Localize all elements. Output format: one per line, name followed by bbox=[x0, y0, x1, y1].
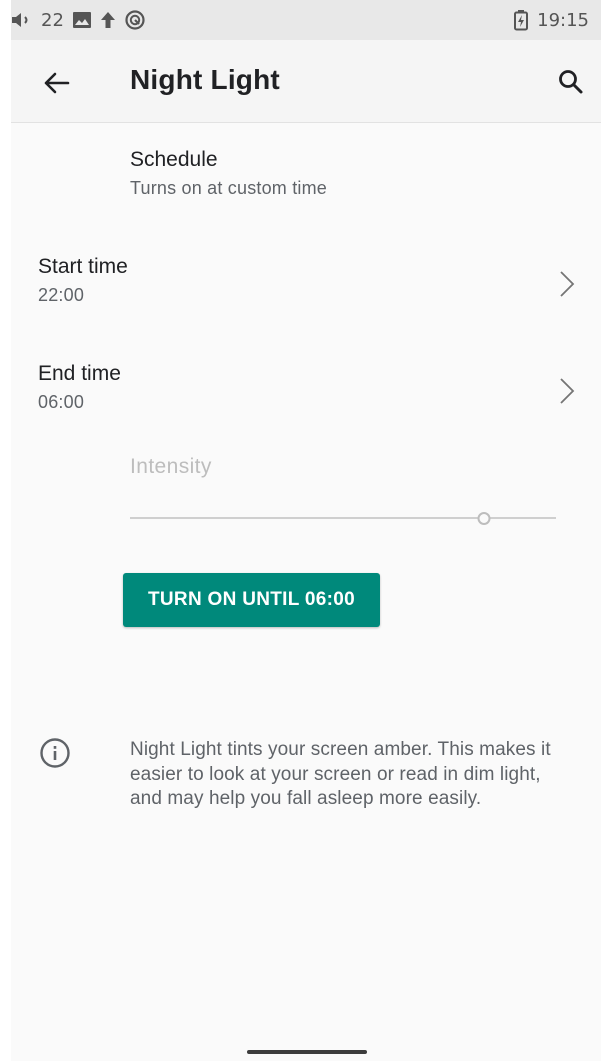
volume-icon bbox=[11, 9, 33, 31]
schedule-preference[interactable]: Schedule Turns on at custom time bbox=[130, 148, 570, 199]
slider-track bbox=[130, 517, 556, 519]
night-light-description: Night Light tints your screen amber. Thi… bbox=[130, 739, 551, 809]
night-light-screen: 22 19:15 Night Light Schedule Turns on a… bbox=[11, 0, 601, 1061]
sync-icon bbox=[124, 9, 146, 31]
status-bar-left: 22 bbox=[11, 9, 146, 31]
slider-thumb[interactable] bbox=[477, 512, 491, 525]
battery-charging-icon bbox=[513, 9, 529, 31]
start-time-value: 22:00 bbox=[38, 285, 85, 305]
intensity-label: Intensity bbox=[130, 455, 212, 478]
intensity-slider[interactable] bbox=[130, 506, 556, 530]
chevron-right-icon bbox=[560, 271, 575, 297]
search-button[interactable] bbox=[551, 62, 591, 102]
schedule-title: Schedule bbox=[130, 148, 218, 171]
image-notification-icon bbox=[72, 9, 92, 31]
chevron-right-icon bbox=[560, 378, 575, 404]
gesture-nav-handle[interactable] bbox=[247, 1050, 367, 1054]
status-bar-right: 19:15 bbox=[513, 9, 589, 31]
info-icon bbox=[40, 738, 70, 768]
end-time-title: End time bbox=[38, 362, 121, 385]
search-icon bbox=[559, 70, 583, 94]
start-time-preference[interactable]: Start time 22:00 bbox=[38, 255, 578, 306]
status-bar: 22 19:15 bbox=[11, 0, 601, 40]
app-bar: Night Light bbox=[11, 40, 601, 123]
page-title: Night Light bbox=[130, 64, 280, 95]
schedule-summary: Turns on at custom time bbox=[130, 178, 328, 198]
arrow-back-icon bbox=[44, 72, 70, 94]
end-time-value: 06:00 bbox=[38, 392, 85, 412]
start-time-title: Start time bbox=[38, 255, 128, 278]
volume-level: 22 bbox=[41, 9, 64, 31]
end-time-preference[interactable]: End time 06:00 bbox=[38, 362, 578, 413]
status-time: 19:15 bbox=[537, 9, 589, 31]
back-button[interactable] bbox=[37, 63, 77, 103]
turn-on-until-button[interactable]: TURN ON UNTIL 06:00 bbox=[123, 573, 380, 627]
upload-icon bbox=[100, 9, 116, 31]
